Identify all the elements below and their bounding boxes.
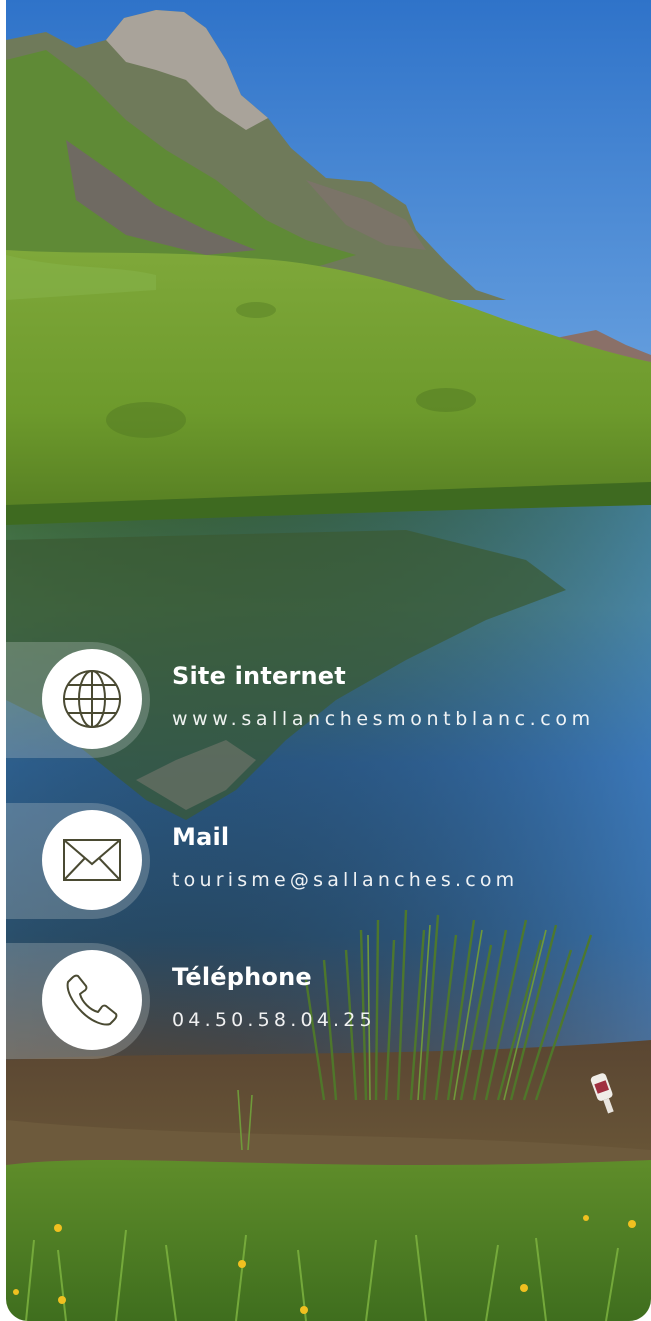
website-label: Site internet <box>172 662 346 690</box>
phone-icon <box>66 974 118 1026</box>
globe-icon-button[interactable] <box>42 649 142 749</box>
mail-link[interactable]: tourisme@sallanches.com <box>172 869 518 891</box>
mail-label: Mail <box>172 823 230 851</box>
envelope-icon-button[interactable] <box>42 810 142 910</box>
phone-row[interactable]: Téléphone 04.50.58.04.25 <box>6 943 651 1059</box>
globe-icon <box>63 670 121 728</box>
mail-row[interactable]: Mail tourisme@sallanches.com <box>6 803 651 919</box>
contact-card: Site internet www.sallanchesmontblanc.co… <box>6 0 651 1321</box>
website-row[interactable]: Site internet www.sallanchesmontblanc.co… <box>6 642 651 758</box>
website-link[interactable]: www.sallanchesmontblanc.com <box>172 708 595 730</box>
phone-icon-button[interactable] <box>42 950 142 1050</box>
phone-label: Téléphone <box>172 963 312 991</box>
envelope-icon <box>63 839 121 881</box>
phone-link[interactable]: 04.50.58.04.25 <box>172 1009 376 1031</box>
